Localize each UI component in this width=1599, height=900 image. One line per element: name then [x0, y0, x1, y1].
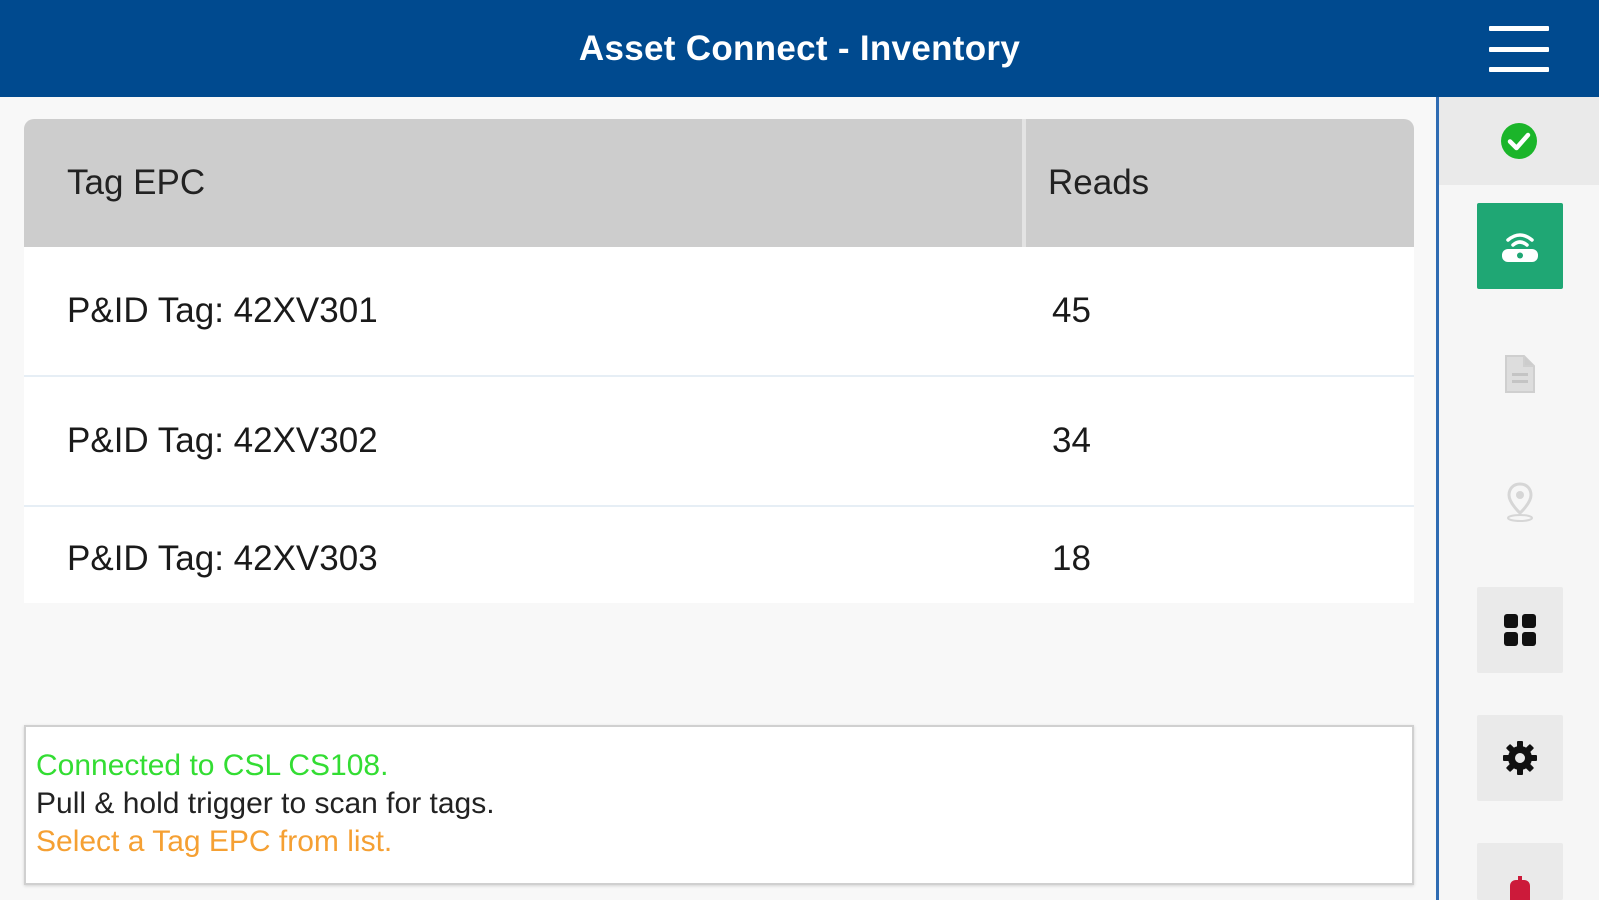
- connection-indicator: [1439, 97, 1599, 185]
- table-row[interactable]: P&ID Tag: 42XV303 18: [24, 507, 1414, 603]
- table-row[interactable]: P&ID Tag: 42XV301 45: [24, 247, 1414, 377]
- main-content: Tag EPC Reads P&ID Tag: 42XV301 45 P&ID …: [0, 97, 1436, 900]
- page-title: Asset Connect - Inventory: [578, 28, 1021, 68]
- tag-table: Tag EPC Reads P&ID Tag: 42XV301 45 P&ID …: [24, 119, 1414, 603]
- table-row[interactable]: P&ID Tag: 42XV302 34: [24, 377, 1414, 507]
- inventory-scan-button[interactable]: [1477, 203, 1563, 289]
- tag-epc-cell: P&ID Tag: 42XV301: [67, 291, 378, 330]
- table-header: Tag EPC Reads: [24, 119, 1414, 247]
- reads-cell: 45: [1052, 291, 1091, 330]
- app-header: Asset Connect - Inventory: [0, 0, 1599, 97]
- location-pin-icon: [1507, 482, 1533, 522]
- check-circle-icon: [1501, 123, 1537, 159]
- document-icon: [1505, 355, 1535, 393]
- grid-icon: [1504, 614, 1536, 646]
- tag-epc-cell: P&ID Tag: 42XV302: [67, 421, 378, 460]
- column-header-tag-epc[interactable]: Tag EPC: [24, 119, 1026, 247]
- gear-icon: [1503, 741, 1537, 775]
- column-header-reads[interactable]: Reads: [1026, 119, 1414, 247]
- exit-button[interactable]: [1477, 843, 1563, 900]
- reads-cell: 18: [1052, 539, 1091, 578]
- exit-icon: [1510, 876, 1530, 900]
- connection-status-text: Connected to CSL CS108.: [36, 749, 389, 782]
- tag-epc-cell: P&ID Tag: 42XV303: [67, 539, 378, 578]
- reads-cell: 34: [1052, 421, 1091, 460]
- document-button[interactable]: [1477, 331, 1563, 417]
- prompt-text: Select a Tag EPC from list.: [36, 825, 393, 858]
- hamburger-menu-icon[interactable]: [1489, 26, 1549, 72]
- side-toolbar: [1436, 97, 1599, 900]
- grid-button[interactable]: [1477, 587, 1563, 673]
- instruction-text: Pull & hold trigger to scan for tags.: [36, 787, 495, 820]
- status-panel: Connected to CSL CS108. Pull & hold trig…: [24, 725, 1414, 885]
- settings-button[interactable]: [1477, 715, 1563, 801]
- rfid-reader-icon: [1502, 233, 1538, 262]
- locate-button[interactable]: [1477, 459, 1563, 545]
